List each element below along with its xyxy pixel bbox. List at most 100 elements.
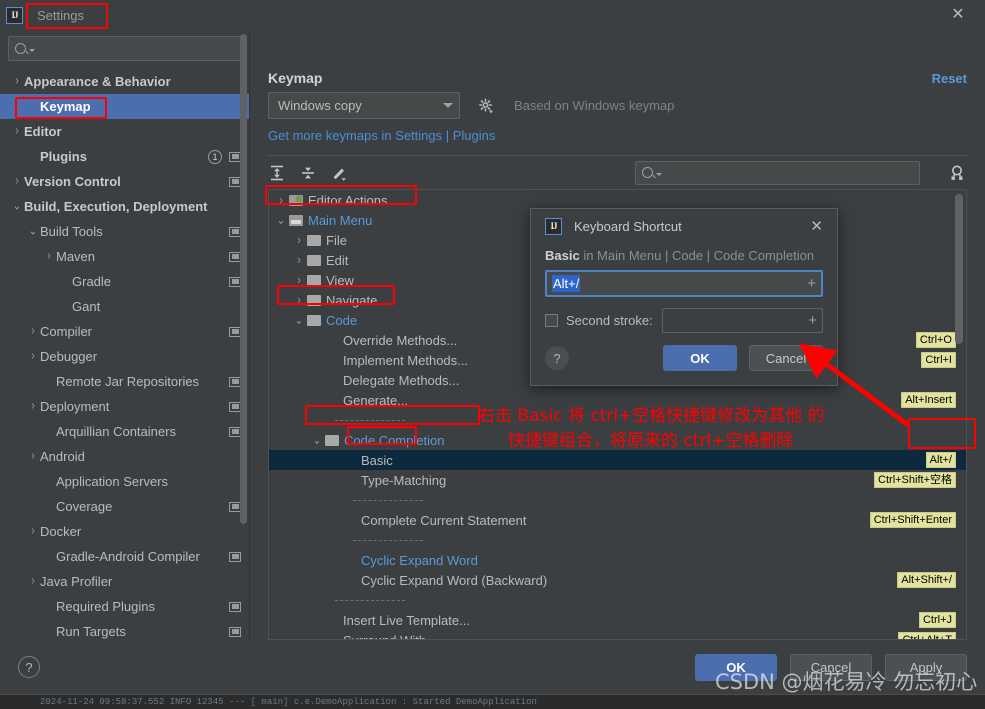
sidebar-item-build-tools[interactable]: ⌄ Build Tools — [0, 219, 249, 244]
sidebar-item-coverage[interactable]: ›Coverage — [0, 494, 249, 519]
apply-button[interactable]: Apply — [885, 653, 967, 681]
tree-action-row[interactable]: ›Cyclic Expand Word — [269, 550, 966, 570]
sidebar-item-required-plugins[interactable]: ›Required Plugins — [0, 594, 249, 619]
sidebar-item-application-servers[interactable]: ›Application Servers — [0, 469, 249, 494]
sidebar-item-build-execution-deployment[interactable]: ⌄ Build, Execution, Deployment — [0, 194, 249, 219]
chevron-right-icon[interactable]: › — [291, 293, 307, 307]
sidebar-item-android[interactable]: › Android — [0, 444, 249, 469]
tree-action-row[interactable]: ›Type-MatchingCtrl+Shift+空格 — [269, 470, 966, 490]
first-stroke-value: Alt+/ — [552, 275, 581, 292]
ok-button[interactable]: OK — [695, 653, 777, 681]
second-stroke-checkbox[interactable] — [545, 314, 558, 327]
tree-action-row[interactable]: ›Complete Current StatementCtrl+Shift+En… — [269, 510, 966, 530]
sidebar-item-version-control[interactable]: › Version Control — [0, 169, 249, 194]
actions-tree-scrollbar[interactable] — [955, 194, 963, 344]
chevron-down-icon[interactable]: ⌄ — [10, 200, 24, 214]
sidebar-item-label: Debugger — [40, 349, 98, 364]
chevron-right-icon[interactable]: › — [291, 253, 307, 267]
keyboard-shortcut-title: Keyboard Shortcut — [574, 218, 682, 234]
sidebar-item-deployment[interactable]: › Deployment — [0, 394, 249, 419]
tree-action-row[interactable]: ›Insert Live Template...Ctrl+J — [269, 610, 966, 630]
sidebar-item-docker[interactable]: › Docker — [0, 519, 249, 544]
sidebar-item-keymap[interactable]: ›Keymap — [0, 94, 249, 119]
sidebar-item-gradle-android-compiler[interactable]: ›Gradle-Android Compiler — [0, 544, 249, 569]
tree-action-label: Implement Methods... — [343, 352, 468, 368]
shortcut-ok-button[interactable]: OK — [663, 345, 737, 371]
reset-button[interactable]: Reset — [932, 71, 967, 86]
shortcut-context-action: Basic — [545, 248, 580, 263]
chevron-right-icon[interactable]: › — [26, 400, 40, 414]
sidebar-item-indicators — [229, 601, 241, 612]
sidebar-item-editor[interactable]: › Editor — [0, 119, 249, 144]
tree-action-row[interactable]: ›Surround With...Ctrl+Alt+T — [269, 630, 966, 639]
tree-action-label: Cyclic Expand Word (Backward) — [361, 572, 548, 588]
close-icon[interactable]: ✕ — [810, 217, 823, 235]
shortcut-badge: Alt+/ — [925, 452, 956, 468]
expand-all-icon[interactable] — [268, 164, 286, 182]
sidebar-item-gant[interactable]: ›Gant — [0, 294, 249, 319]
close-icon[interactable]: ✕ — [949, 6, 967, 24]
cancel-button[interactable]: Cancel — [790, 653, 872, 681]
first-stroke-input[interactable]: Alt+/ + — [545, 270, 823, 297]
settings-category-tree[interactable]: ›Appearance & Behavior›Keymap›Editor›Plu… — [0, 69, 249, 640]
get-more-keymaps-link[interactable]: Get more keymaps in Settings | Plugins — [268, 128, 967, 143]
tree-action-label: Cyclic Expand Word — [361, 552, 478, 568]
sidebar-item-plugins[interactable]: ›Plugins1 — [0, 144, 249, 169]
chevron-right-icon[interactable]: › — [273, 193, 289, 207]
chevron-right-icon[interactable]: › — [42, 250, 56, 264]
keymap-toolbar — [268, 155, 967, 189]
chevron-right-icon[interactable]: › — [291, 233, 307, 247]
collapse-all-icon[interactable] — [299, 164, 317, 182]
separator-line — [335, 419, 405, 421]
sidebar-item-appearance-behavior[interactable]: › Appearance & Behavior — [0, 69, 249, 94]
tree-action-row[interactable]: ›Cyclic Expand Word (Backward)Alt+Shift+… — [269, 570, 966, 590]
sidebar-item-label: Editor — [24, 124, 62, 139]
settings-bottom-bar: ? OK Cancel Apply — [0, 640, 985, 694]
help-icon[interactable]: ? — [18, 656, 40, 678]
sidebar-item-label: Compiler — [40, 324, 93, 339]
gear-icon[interactable] — [478, 97, 494, 114]
chevron-right-icon[interactable]: › — [10, 175, 24, 189]
sidebar-item-maven[interactable]: › Maven — [0, 244, 249, 269]
chevron-right-icon[interactable]: › — [291, 273, 307, 287]
tree-group-row[interactable]: › Editor Actions — [269, 190, 966, 210]
chevron-down-icon[interactable]: ⌄ — [273, 213, 289, 227]
shortcut-cancel-button[interactable]: Cancel — [749, 345, 823, 371]
sidebar-item-debugger[interactable]: › Debugger — [0, 344, 249, 369]
chevron-down-icon[interactable]: ⌄ — [309, 433, 325, 447]
folder-icon — [307, 294, 321, 306]
folder-icon — [307, 254, 321, 266]
chevron-down-icon[interactable]: ⌄ — [26, 225, 40, 239]
second-stroke-input[interactable]: + — [661, 308, 823, 333]
chevron-right-icon[interactable]: › — [10, 125, 24, 139]
sidebar-search-input[interactable] — [8, 36, 241, 61]
chevron-right-icon[interactable]: › — [26, 525, 40, 539]
tree-action-row[interactable]: ›Generate...Alt+Insert — [269, 390, 966, 410]
sidebar-item-java-profiler[interactable]: › Java Profiler — [0, 569, 249, 594]
chevron-right-icon[interactable]: › — [10, 75, 24, 89]
keymap-select[interactable]: Windows copy — [268, 92, 460, 119]
keymap-search-input[interactable] — [635, 160, 920, 185]
find-by-shortcut-icon[interactable] — [947, 163, 967, 183]
chevron-right-icon[interactable]: › — [26, 350, 40, 364]
tree-group-row[interactable]: ⌄ Code Completion — [269, 430, 966, 450]
sidebar-item-label: Android — [40, 449, 85, 464]
tree-action-row[interactable]: ›BasicAlt+/ — [269, 450, 966, 470]
sidebar-item-remote-jar-repositories[interactable]: ›Remote Jar Repositories — [0, 369, 249, 394]
intellij-logo-icon: IJ — [6, 6, 23, 24]
sidebar-item-label: Docker — [40, 524, 82, 539]
sidebar-item-compiler[interactable]: › Compiler — [0, 319, 249, 344]
chevron-right-icon[interactable]: › — [26, 325, 40, 339]
chevron-right-icon[interactable]: › — [26, 575, 40, 589]
separator-line — [335, 599, 405, 601]
help-icon[interactable]: ? — [545, 346, 569, 370]
add-stroke-icon[interactable]: + — [808, 313, 817, 328]
sidebar-item-arquillian-containers[interactable]: ›Arquillian Containers — [0, 419, 249, 444]
sidebar-scrollbar[interactable] — [240, 34, 247, 524]
add-stroke-icon[interactable]: + — [807, 276, 816, 291]
sidebar-item-gradle[interactable]: ›Gradle — [0, 269, 249, 294]
sidebar-item-run-targets[interactable]: ›Run Targets — [0, 619, 249, 640]
chevron-right-icon[interactable]: › — [26, 450, 40, 464]
chevron-down-icon[interactable]: ⌄ — [291, 313, 307, 327]
edit-shortcut-icon[interactable] — [330, 164, 348, 182]
